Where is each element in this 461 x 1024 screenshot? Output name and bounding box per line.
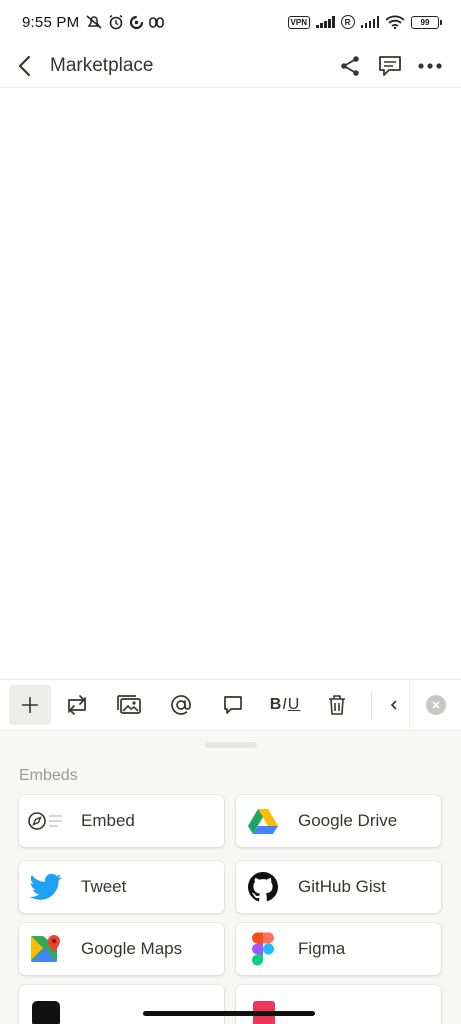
embed-option-label: Google Maps — [81, 939, 183, 958]
embed-option-label: Google Drive — [298, 811, 398, 830]
signal-icon — [316, 16, 335, 28]
embed-option-figma[interactable]: Figma — [236, 923, 441, 975]
embed-option-label: Figma — [298, 939, 346, 958]
trash-icon — [329, 695, 345, 715]
comment-button[interactable] — [207, 685, 259, 725]
page-editor[interactable] — [0, 88, 461, 678]
plus-icon — [22, 697, 38, 713]
chevron-left-icon — [18, 55, 31, 76]
compass-icon — [28, 803, 64, 839]
share-button[interactable] — [337, 53, 363, 79]
github-icon — [245, 869, 281, 905]
comment-icon — [379, 55, 401, 76]
roaming-badge: R — [340, 15, 355, 29]
close-toolbar-button[interactable] — [409, 679, 461, 731]
text-format-button[interactable]: BIU — [259, 685, 311, 725]
block-picker-sheet: Embeds Embed Google Drive Tweet GitHub G… — [0, 731, 461, 1024]
close-icon — [425, 695, 446, 715]
embed-option-partial-2[interactable] — [236, 985, 441, 1024]
status-time: 9:55 PM — [22, 13, 80, 31]
google-maps-icon — [28, 931, 64, 967]
comment-bubble-icon — [224, 696, 242, 714]
embed-option-google-maps[interactable]: Google Maps — [19, 923, 224, 975]
turn-into-icon — [68, 695, 86, 715]
vpn-badge: VPN — [287, 15, 310, 29]
more-horizontal-icon — [418, 62, 442, 69]
figma-icon — [245, 931, 281, 967]
data-saver-icon — [130, 15, 144, 29]
mute-icon — [86, 15, 102, 29]
twitter-icon — [28, 869, 64, 905]
link-icon — [149, 16, 165, 28]
embed-option-embed[interactable]: Embed — [19, 795, 224, 847]
at-sign-icon — [171, 695, 191, 715]
wifi-icon — [385, 15, 405, 29]
google-drive-icon — [245, 803, 281, 839]
mention-button[interactable] — [155, 685, 207, 725]
embed-option-partial-1[interactable] — [19, 985, 224, 1024]
home-indicator — [143, 1011, 315, 1016]
app-icon — [28, 993, 64, 1024]
comments-button[interactable] — [377, 53, 403, 79]
editor-toolbar: BIU — [0, 679, 461, 731]
embed-option-github-gist[interactable]: GitHub Gist — [236, 861, 441, 913]
turn-into-button[interactable] — [51, 685, 103, 725]
battery-icon: 99 — [411, 15, 442, 29]
biu-icon: BIU — [269, 696, 301, 713]
top-app-bar: Marketplace — [0, 44, 461, 88]
embed-option-label: GitHub Gist — [298, 877, 386, 896]
embed-option-label: Embed — [81, 811, 135, 830]
add-image-button[interactable] — [103, 685, 155, 725]
embed-option-tweet[interactable]: Tweet — [19, 861, 224, 913]
sheet-grabber[interactable] — [205, 742, 257, 748]
embed-option-google-drive[interactable]: Google Drive — [236, 795, 441, 847]
embed-option-label: Tweet — [81, 877, 127, 896]
section-label-embeds: Embeds — [19, 767, 78, 784]
back-button[interactable] — [2, 44, 46, 88]
more-button[interactable] — [417, 53, 443, 79]
toolbar-divider — [371, 690, 372, 720]
status-bar: 9:55 PM VPN R 99 — [0, 0, 461, 44]
image-icon — [117, 695, 141, 714]
chevron-left-small-icon[interactable] — [390, 699, 398, 711]
delete-block-button[interactable] — [311, 685, 363, 725]
alarm-icon — [109, 14, 123, 30]
app-icon — [245, 993, 281, 1024]
signal-icon-2 — [360, 16, 379, 28]
share-icon — [341, 55, 359, 76]
page-title: Marketplace — [50, 54, 154, 76]
add-block-button[interactable] — [9, 685, 51, 725]
